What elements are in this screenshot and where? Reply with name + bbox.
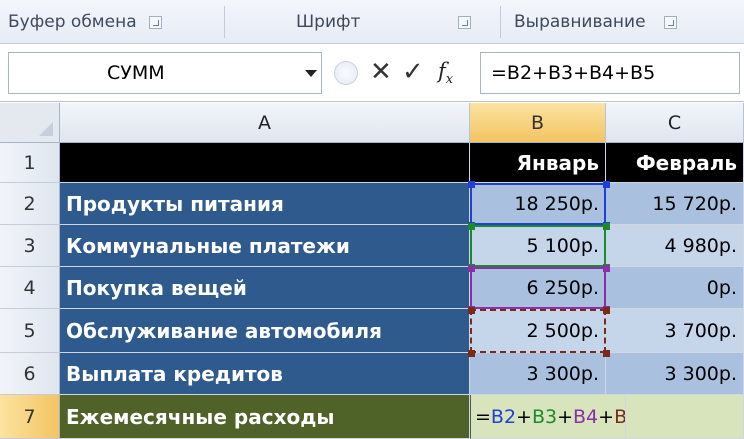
clipboard-group-label: Буфер обмена: [8, 12, 137, 32]
cell-a5[interactable]: Обслуживание автомобиля: [60, 309, 470, 353]
formula-token: +: [557, 405, 574, 428]
font-group-label: Шрифт: [296, 12, 361, 32]
cell-c4[interactable]: 0р.: [606, 267, 744, 309]
cell-b5[interactable]: 2 500р.: [470, 309, 606, 353]
column-header-c[interactable]: C: [606, 103, 744, 143]
insert-function-icon[interactable]: fx: [438, 59, 453, 87]
ribbon-group-font: Шрифт: [296, 0, 472, 44]
formula-token: B3: [531, 405, 558, 428]
cell-b1[interactable]: Январь: [470, 143, 606, 183]
formula-token: B2: [490, 405, 517, 428]
cell-b4[interactable]: 6 250р.: [470, 267, 606, 309]
cancel-icon[interactable]: ✕: [370, 57, 392, 87]
cell-c3[interactable]: 4 980р.: [606, 225, 744, 267]
group-divider: [224, 6, 225, 38]
alignment-dialog-launcher-icon[interactable]: [663, 15, 677, 29]
formula-token: =: [475, 405, 491, 428]
cell-a2[interactable]: Продукты питания: [60, 183, 470, 225]
row-header-4[interactable]: 4: [0, 267, 60, 309]
cell-b7-editing[interactable]: =B2+B3+B4+B5: [470, 395, 626, 439]
cell-b6[interactable]: 3 300р.: [470, 353, 606, 395]
cell-c6[interactable]: 3 300р.: [606, 353, 744, 395]
clipboard-dialog-launcher-icon[interactable]: [148, 15, 162, 29]
select-all-button[interactable]: [0, 103, 60, 143]
row-header-1[interactable]: 1: [0, 143, 60, 183]
formula-token: B4: [573, 405, 599, 428]
cell-b2[interactable]: 18 250р.: [470, 183, 606, 225]
formula-text: =B2+B3+B4+B5: [491, 62, 656, 84]
formula-buttons: ✕ ✓ fx: [326, 52, 478, 94]
name-box-value: СУММ: [107, 62, 165, 84]
name-box[interactable]: СУММ: [8, 52, 322, 94]
formula-token: +: [598, 405, 615, 428]
worksheet-grid: A B C 1 2 3 4 5 6 7 Январь Февраль Продукты питан…: [0, 103, 744, 439]
formula-circle-icon: [334, 61, 358, 85]
cell-c1[interactable]: Февраль: [606, 143, 744, 183]
cell-a6[interactable]: Выплата кредитов: [60, 353, 470, 395]
formula-input[interactable]: =B2+B3+B4+B5: [480, 52, 740, 94]
row-header-3[interactable]: 3: [0, 225, 60, 267]
ribbon-group-bar: Буфер обмена Шрифт Выравнивание: [0, 0, 744, 44]
cell-c7[interactable]: [626, 395, 744, 439]
column-header-b[interactable]: B: [470, 103, 606, 143]
group-divider: [500, 6, 501, 38]
cell-c2[interactable]: 15 720р.: [606, 183, 744, 225]
formula-token: B5: [614, 405, 626, 428]
chevron-down-icon[interactable]: [305, 70, 317, 77]
alignment-group-label: Выравнивание: [514, 12, 646, 32]
cell-b3[interactable]: 5 100р.: [470, 225, 606, 267]
cell-c5[interactable]: 3 700р.: [606, 309, 744, 353]
formula-token: +: [516, 405, 532, 428]
cell-a4[interactable]: Покупка вещей: [60, 267, 470, 309]
cell-a7[interactable]: Ежемесячные расходы: [60, 395, 470, 439]
row-header-7[interactable]: 7: [0, 395, 60, 439]
column-header-a[interactable]: A: [60, 103, 470, 143]
ribbon-group-alignment: Выравнивание: [514, 0, 677, 44]
formula-bar: СУММ ✕ ✓ fx =B2+B3+B4+B5: [0, 44, 744, 102]
row-header-2[interactable]: 2: [0, 183, 60, 225]
ribbon-group-clipboard: Буфер обмена: [8, 0, 162, 44]
enter-check-icon[interactable]: ✓: [402, 57, 424, 87]
cell-a3[interactable]: Коммунальные платежи: [60, 225, 470, 267]
font-dialog-launcher-icon[interactable]: [458, 15, 472, 29]
row-header-5[interactable]: 5: [0, 309, 60, 353]
cell-a1[interactable]: [60, 143, 470, 183]
row-header-6[interactable]: 6: [0, 353, 60, 395]
